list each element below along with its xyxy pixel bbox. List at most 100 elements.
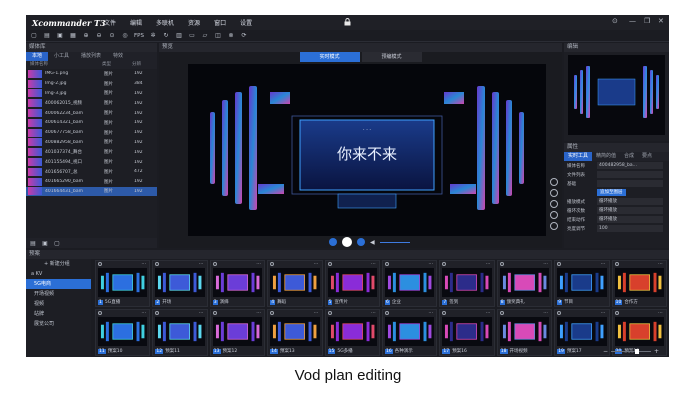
plan-card[interactable]: ⋯ 19 预案17 bbox=[554, 309, 610, 356]
plan-card[interactable]: ⋯ 15 5G多播 bbox=[324, 309, 380, 356]
property-value[interactable]: 循环播放 bbox=[597, 198, 663, 205]
minimize-icon[interactable]: — bbox=[629, 17, 636, 25]
plan-card[interactable]: ⋯ 12 预案11 bbox=[152, 309, 208, 356]
media-row[interactable]: 401665290_bam 图片 192 bbox=[26, 177, 157, 187]
plan-card[interactable]: ⋯ 16 各种演示 bbox=[382, 309, 438, 356]
media-row[interactable]: 400677758_bam 图片 192 bbox=[26, 128, 157, 138]
card-select-icon[interactable] bbox=[442, 311, 447, 315]
volume-slider[interactable] bbox=[379, 241, 410, 243]
lock-icon[interactable] bbox=[344, 18, 351, 26]
property-value[interactable]: 循环播放 bbox=[597, 207, 663, 214]
card-select-icon[interactable] bbox=[327, 262, 332, 266]
new-group-button[interactable]: + 新建分组 bbox=[26, 259, 91, 269]
split-icon[interactable]: ◫ bbox=[214, 32, 222, 40]
plan-tree-item[interactable]: a KV bbox=[26, 269, 91, 279]
menu-multi[interactable]: 多联机 bbox=[156, 18, 174, 27]
settings-icon[interactable]: ✲ bbox=[149, 32, 157, 40]
menu-resource[interactable]: 资源 bbox=[188, 18, 200, 27]
card-more-icon[interactable]: ⋯ bbox=[141, 310, 146, 316]
folder-icon[interactable]: ▱ bbox=[201, 32, 209, 40]
media-row[interactable]: IMG-1.png 图片 192 bbox=[26, 69, 157, 79]
zoom-in-button[interactable]: + bbox=[654, 348, 659, 355]
plan-card[interactable]: ⋯ 5 宣传片 bbox=[324, 260, 380, 307]
card-select-icon[interactable] bbox=[385, 311, 389, 315]
plan-card[interactable]: ⋯ 6 企业 bbox=[382, 260, 438, 307]
media-row[interactable]: 401155494_视口 图片 192 bbox=[26, 157, 157, 167]
media-row[interactable]: 400882958_bam 图片 192 bbox=[26, 138, 157, 148]
refresh-icon[interactable]: ⊙ bbox=[108, 32, 116, 40]
plan-tree-item[interactable]: 视频 bbox=[26, 299, 91, 309]
card-more-icon[interactable]: ⋯ bbox=[543, 310, 548, 316]
card-select-icon[interactable] bbox=[327, 311, 332, 315]
card-select-icon[interactable] bbox=[499, 262, 504, 266]
import-icon[interactable]: ▤ bbox=[29, 239, 37, 247]
property-value[interactable] bbox=[597, 171, 663, 178]
tab-compose[interactable]: 合成 bbox=[620, 152, 638, 161]
tab-values[interactable]: 精简的值 bbox=[592, 152, 620, 161]
property-value[interactable]: 400482958_ba... bbox=[597, 162, 663, 169]
close-icon[interactable]: ✕ bbox=[658, 17, 664, 25]
card-select-icon[interactable] bbox=[557, 311, 562, 315]
card-select-icon[interactable] bbox=[270, 311, 275, 315]
plan-card[interactable]: ⋯ 2 开场 bbox=[152, 260, 208, 307]
card-select-icon[interactable] bbox=[155, 262, 160, 266]
tab-widgets[interactable]: 小工具 bbox=[48, 52, 75, 61]
hand-icon[interactable] bbox=[550, 189, 558, 197]
reset-view-icon[interactable] bbox=[550, 222, 558, 230]
add-icon[interactable]: ⊕ bbox=[82, 32, 90, 40]
plan-card[interactable]: ⋯ 1 5G直播 bbox=[95, 260, 151, 307]
card-more-icon[interactable]: ⋯ bbox=[371, 261, 376, 267]
card-more-icon[interactable]: ⋯ bbox=[371, 310, 376, 316]
target-icon[interactable]: ◎ bbox=[121, 32, 129, 40]
menu-window[interactable]: 窗口 bbox=[214, 18, 226, 27]
media-row[interactable]: 400062234_bam 图片 192 bbox=[26, 108, 157, 118]
next-icon[interactable] bbox=[357, 238, 365, 246]
zoom-slider[interactable] bbox=[610, 349, 651, 354]
media-row[interactable]: 400062015_视频 图片 192 bbox=[26, 98, 157, 108]
plan-card[interactable]: ⋯ 13 预案12 bbox=[209, 309, 266, 356]
open-icon[interactable]: ▤ bbox=[43, 32, 51, 40]
loop-icon[interactable]: ⟳ bbox=[240, 32, 248, 40]
plan-tree-item[interactable]: 展览公司 bbox=[26, 319, 91, 329]
tab-realtime[interactable]: 实时工具 bbox=[564, 152, 593, 161]
plan-card[interactable]: ⋯ 4 舞蹈 bbox=[267, 260, 323, 307]
card-more-icon[interactable]: ⋯ bbox=[486, 310, 491, 316]
volume-icon[interactable]: ◀ bbox=[370, 239, 375, 246]
card-more-icon[interactable]: ⋯ bbox=[256, 310, 261, 316]
preview-stage[interactable]: · · · 你来不来 bbox=[188, 64, 546, 236]
folder-add-icon[interactable]: ▣ bbox=[41, 239, 49, 247]
tab-effects[interactable]: 特效 bbox=[107, 52, 129, 61]
property-value[interactable] bbox=[597, 180, 663, 187]
card-select-icon[interactable] bbox=[212, 311, 217, 315]
new-file-icon[interactable]: ▢ bbox=[30, 32, 38, 40]
card-more-icon[interactable]: ⋯ bbox=[601, 310, 606, 316]
plan-card[interactable]: ⋯ 18 开场视频 bbox=[496, 309, 553, 356]
card-more-icon[interactable]: ⋯ bbox=[314, 310, 319, 316]
col-res-header[interactable]: 分辨 bbox=[132, 61, 154, 69]
plan-card[interactable]: ⋯ 11 预案10 bbox=[95, 309, 151, 356]
property-value[interactable]: 100 bbox=[597, 225, 663, 232]
card-more-icon[interactable]: ⋯ bbox=[543, 261, 548, 267]
card-more-icon[interactable]: ⋯ bbox=[658, 261, 663, 267]
media-row[interactable]: Img-2.jpg 图片 384 bbox=[26, 79, 157, 89]
card-more-icon[interactable]: ⋯ bbox=[199, 310, 204, 316]
card-select-icon[interactable] bbox=[212, 262, 217, 266]
tab-local[interactable]: 本地 bbox=[26, 52, 49, 61]
card-select-icon[interactable] bbox=[442, 262, 447, 266]
zoom-out-icon[interactable] bbox=[550, 211, 558, 219]
lock-view-icon[interactable]: ⊗ bbox=[227, 32, 235, 40]
sync-icon[interactable]: ↻ bbox=[162, 32, 170, 40]
media-row[interactable]: Img-3.jpg 图片 192 bbox=[26, 89, 157, 99]
card-more-icon[interactable]: ⋯ bbox=[658, 310, 663, 316]
plan-card[interactable]: ⋯ 3 演绎 bbox=[209, 260, 266, 307]
card-select-icon[interactable] bbox=[98, 311, 102, 315]
plan-card[interactable]: ⋯ 8 颁奖典礼 bbox=[496, 260, 553, 307]
card-select-icon[interactable] bbox=[270, 262, 275, 266]
media-row[interactable]: 401656707_总 图片 472 bbox=[26, 167, 157, 177]
card-more-icon[interactable]: ⋯ bbox=[486, 261, 491, 267]
maximize-icon[interactable]: ❐ bbox=[644, 17, 650, 25]
plan-tree-item[interactable]: 开场视频 bbox=[26, 289, 91, 299]
plan-card[interactable]: ⋯ 17 预案16 bbox=[439, 309, 495, 356]
plan-card[interactable]: ⋯ 9 节目 bbox=[554, 260, 610, 307]
menu-settings[interactable]: 设置 bbox=[240, 18, 252, 27]
